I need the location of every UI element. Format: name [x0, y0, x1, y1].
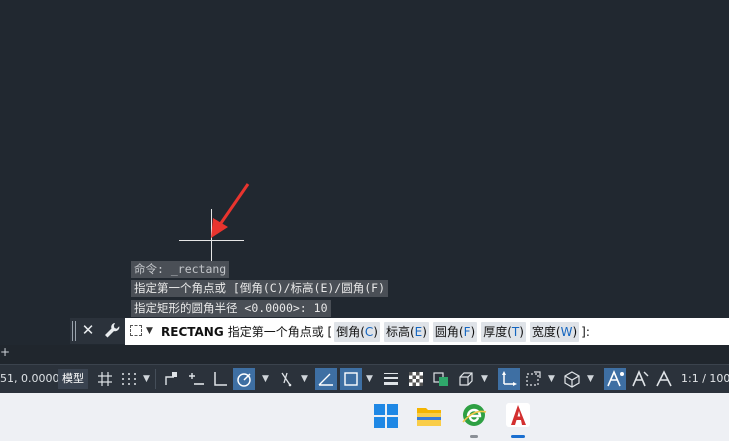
- file-explorer-icon[interactable]: [414, 400, 444, 430]
- autocad-icon[interactable]: [503, 400, 533, 430]
- command-line-grip-handle[interactable]: [72, 321, 78, 341]
- command-prompt-suffix: ]:: [581, 325, 590, 339]
- option-chamfer[interactable]: 倒角(C): [334, 322, 380, 342]
- infer-constraints-icon[interactable]: [160, 368, 182, 390]
- dynamic-input-icon[interactable]: [185, 368, 207, 390]
- annotation-visibility-icon[interactable]: [604, 368, 626, 390]
- selection-filter-icon[interactable]: [522, 368, 544, 390]
- 3d-object-snap-icon[interactable]: [455, 368, 477, 390]
- add-layout-button[interactable]: +: [0, 344, 10, 360]
- transparency-icon[interactable]: [405, 368, 427, 390]
- status-divider: [155, 369, 156, 389]
- gizmo-icon[interactable]: [561, 368, 583, 390]
- polar-dropdown-chevron-down-icon[interactable]: ▼: [262, 374, 269, 384]
- selection-cycling-icon[interactable]: [430, 368, 452, 390]
- osnap-dropdown-chevron-down-icon[interactable]: ▼: [366, 374, 373, 384]
- option-thickness[interactable]: 厚度(T): [481, 322, 526, 342]
- windows-start-icon[interactable]: [371, 400, 401, 430]
- browser-icon[interactable]: [459, 400, 489, 430]
- lineweight-icon[interactable]: [380, 368, 402, 390]
- option-elevation[interactable]: 标高(E): [383, 322, 429, 342]
- filter-dropdown-chevron-down-icon[interactable]: ▼: [548, 374, 555, 384]
- snap-mode-icon[interactable]: [118, 368, 140, 390]
- isometric-drafting-icon[interactable]: [276, 368, 298, 390]
- annotation-scale-readout[interactable]: 1:1 / 100%: [681, 371, 729, 387]
- dynamic-ucs-icon[interactable]: [498, 368, 520, 390]
- customize-wrench-icon[interactable]: [103, 320, 121, 342]
- snap-dropdown-chevron-down-icon[interactable]: ▼: [143, 374, 150, 384]
- option-fillet[interactable]: 圆角(F): [432, 322, 478, 342]
- command-prompt: RECTANG 指定第一个角点或 [ 倒角(C) 标高(E) 圆角(F) 厚度(…: [161, 322, 590, 342]
- command-name: RECTANG: [161, 325, 224, 339]
- windows-taskbar: [0, 393, 729, 441]
- gizmo-dropdown-chevron-down-icon[interactable]: ▼: [587, 374, 594, 384]
- isodraft-dropdown-chevron-down-icon[interactable]: ▼: [301, 374, 308, 384]
- object-snap-icon[interactable]: [340, 368, 362, 390]
- annotation-arrow-top: [211, 183, 250, 238]
- option-width[interactable]: 宽度(W): [529, 322, 580, 342]
- browser-running-indicator: [470, 435, 478, 438]
- model-space-button[interactable]: 模型: [58, 369, 88, 389]
- auto-scale-icon[interactable]: [629, 368, 651, 390]
- drawing-canvas[interactable]: [0, 0, 729, 318]
- recent-commands-icon[interactable]: [130, 325, 142, 336]
- grid-icon[interactable]: [94, 368, 116, 390]
- layout-tabs-strip: [0, 345, 729, 364]
- polar-tracking-icon[interactable]: [233, 368, 255, 390]
- annotation-scale-icon[interactable]: [653, 368, 675, 390]
- recent-commands-caret-icon[interactable]: ▼: [146, 326, 153, 336]
- command-history-line-2: 指定第一个角点或 [倒角(C)/标高(E)/圆角(F): [131, 280, 389, 297]
- close-command-line-icon[interactable]: ✕: [81, 320, 95, 340]
- autocad-active-indicator: [511, 435, 525, 438]
- command-prompt-text: 指定第一个角点或 [: [227, 325, 333, 339]
- object-snap-tracking-icon[interactable]: [315, 368, 337, 390]
- coordinates-readout[interactable]: 51, 0.0000: [0, 371, 59, 387]
- ortho-mode-icon[interactable]: [209, 368, 231, 390]
- command-history-line-3: 指定矩形的圆角半径 <0.0000>: 10: [131, 300, 331, 317]
- command-history-line-1: 命令: _rectang: [131, 261, 230, 278]
- 3dosnap-dropdown-chevron-down-icon[interactable]: ▼: [481, 374, 488, 384]
